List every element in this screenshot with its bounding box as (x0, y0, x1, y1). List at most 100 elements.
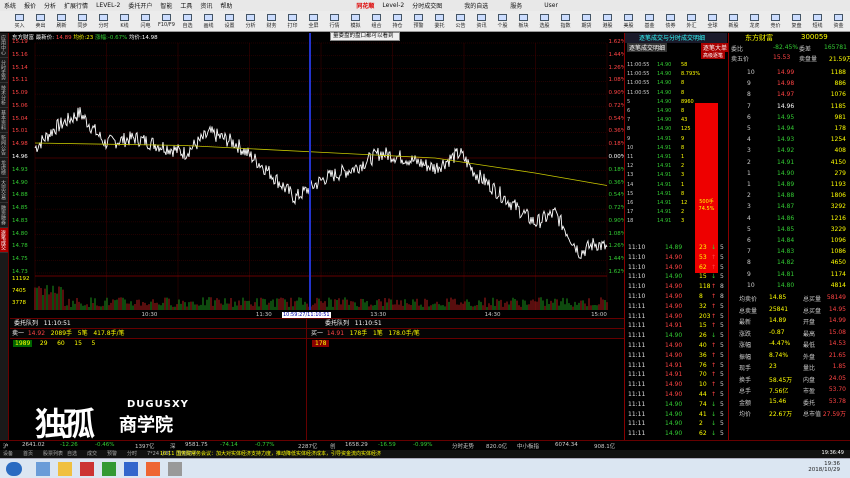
side-tab[interactable]: 龙虎榜 (0, 158, 8, 178)
ask-level[interactable]: 9 14.98 886 (729, 80, 850, 90)
app4-icon[interactable] (146, 462, 160, 476)
toolbar-button[interactable]: 基金 (640, 13, 659, 30)
bid-level[interactable]: 7 14.83 1086 (729, 248, 850, 258)
bid-level[interactable]: 8 14.82 4650 (729, 259, 850, 269)
toolbar-button[interactable]: 新股 (724, 13, 743, 30)
toolbar-button[interactable]: 打印 (283, 13, 302, 30)
toolbar-button[interactable]: 模拟 (346, 13, 365, 30)
menu-right-item[interactable]: 服务 (510, 1, 522, 10)
toolbar-button[interactable]: 全球 (703, 13, 722, 30)
menu-item[interactable]: 工具 (180, 1, 192, 10)
side-tab[interactable]: 分时走势 (0, 58, 8, 83)
menu-right-item[interactable]: User (544, 2, 558, 9)
toolbar-button[interactable]: 持仓 (388, 13, 407, 30)
toolbar-button[interactable]: 港股 (598, 13, 617, 30)
menu-item[interactable]: 帮助 (220, 1, 232, 10)
menu-item[interactable]: 扩展行情 (64, 1, 88, 10)
toolbar-button[interactable]: 画线 (199, 13, 218, 30)
toolbar-button[interactable]: 指数 (556, 13, 575, 30)
ask-level[interactable]: 6 14.95 981 (729, 114, 850, 124)
news-ticker[interactable]: 10:11 国务院常务会议：加大对实体经济支持力度，推动降低实体经济成本，引导资… (160, 450, 381, 457)
toolbar-button[interactable]: 同步 (73, 13, 92, 30)
toolbar-button[interactable]: 财务 (262, 13, 281, 30)
side-tab[interactable]: 逐笔成交 (0, 228, 8, 253)
side-tab[interactable]: 应用中心 (0, 33, 8, 58)
status-tab[interactable]: 股票列表 (43, 450, 63, 457)
bid-level[interactable]: 9 14.81 1174 (729, 271, 850, 281)
toolbar-button[interactable]: 闪电 (136, 13, 155, 30)
bid-level[interactable]: 5 14.85 3229 (729, 226, 850, 236)
intraday-chart[interactable]: 10:30 11:30 13:30 14:30 15:00 (10, 33, 625, 318)
toolbar-button[interactable]: 资讯 (472, 13, 491, 30)
toolbar-button[interactable]: 选股 (535, 13, 554, 30)
ask-level[interactable]: 4 14.93 1254 (729, 136, 850, 146)
status-tab[interactable]: 首页 (23, 450, 33, 457)
menu-right-item[interactable]: 我的自选 (464, 1, 488, 10)
ask-level[interactable]: 5 14.94 178 (729, 125, 850, 135)
bid-level[interactable]: 4 14.86 1216 (729, 215, 850, 225)
start-button[interactable] (6, 462, 22, 476)
menu-item[interactable]: LEVEL-2 (96, 2, 120, 9)
toolbar-button[interactable]: 外汇 (682, 13, 701, 30)
bid-level[interactable]: 6 14.84 1096 (729, 237, 850, 247)
toolbar-button[interactable]: 竞价 (766, 13, 785, 30)
toolbar-button[interactable]: 短线 (808, 13, 827, 30)
toolbar-button[interactable]: 行情 (325, 13, 344, 30)
status-tab[interactable]: 自选 (67, 450, 77, 457)
toolbar-button[interactable]: 买入 (10, 13, 29, 30)
app-icon[interactable] (80, 462, 94, 476)
side-tab[interactable]: 大宗交易 (0, 178, 8, 203)
toolbar-button[interactable]: 委托 (430, 13, 449, 30)
ask-level[interactable]: 1 14.90 279 (729, 170, 850, 180)
menu-item[interactable]: 委托开户 (128, 1, 152, 10)
side-tab[interactable]: 融资融券 (0, 203, 8, 228)
toolbar-button[interactable]: 美股 (619, 13, 638, 30)
menu-item[interactable]: 系统 (4, 1, 16, 10)
tab-big-order[interactable]: 逐笔大单 (701, 43, 730, 52)
toolbar-button[interactable]: 龙虎 (745, 13, 764, 30)
toolbar-button[interactable]: 全屏 (304, 13, 323, 30)
toolbar-button[interactable]: 分时 (94, 13, 113, 30)
toolbar-button[interactable]: K线 (115, 13, 134, 30)
app5-icon[interactable] (168, 462, 182, 476)
toolbar-button[interactable]: 组合 (367, 13, 386, 30)
side-tab[interactable]: 技术分析 (0, 83, 8, 108)
menu-item[interactable]: 报价 (24, 1, 36, 10)
toolbar-button[interactable]: 期货 (577, 13, 596, 30)
menu-item[interactable]: 智能 (160, 1, 172, 10)
explorer-icon[interactable] (36, 462, 50, 476)
toolbar-button[interactable]: 分析 (241, 13, 260, 30)
toolbar-button[interactable]: 刷新 (52, 13, 71, 30)
ask-level[interactable]: 7 14.96 1185 (729, 103, 850, 113)
menu-item[interactable]: 分析 (44, 1, 56, 10)
bid-level[interactable]: 10 14.80 4814 (729, 282, 850, 292)
tab-detail[interactable]: 逐笔成交明细 (627, 43, 668, 52)
side-tab[interactable]: 新闻公告 (0, 133, 8, 158)
app3-icon[interactable] (124, 462, 138, 476)
toolbar-button[interactable]: 个股 (493, 13, 512, 30)
ask-level[interactable]: 10 14.99 1188 (729, 69, 850, 79)
status-tab[interactable]: 设备 (3, 450, 13, 457)
toolbar-button[interactable]: 预警 (409, 13, 428, 30)
toolbar-button[interactable]: 自选 (178, 13, 197, 30)
toolbar-button[interactable]: 资金 (829, 13, 848, 30)
bid-level[interactable]: 1 14.89 1193 (729, 181, 850, 191)
toolbar-button[interactable]: F10/F9 (157, 13, 176, 30)
side-tab[interactable]: 基本资料 (0, 108, 8, 133)
folder-icon[interactable] (58, 462, 72, 476)
status-tab[interactable]: 预警 (107, 450, 117, 457)
tab-advanced[interactable]: 高级逐笔 (701, 52, 726, 59)
toolbar-button[interactable]: 设置 (220, 13, 239, 30)
toolbar-button[interactable]: 债券 (661, 13, 680, 30)
ask-level[interactable]: 8 14.97 1076 (729, 91, 850, 101)
ask-level[interactable]: 3 14.92 408 (729, 147, 850, 157)
app2-icon[interactable] (102, 462, 116, 476)
menu-item[interactable]: 资讯 (200, 1, 212, 10)
status-tab[interactable]: 成交 (87, 450, 97, 457)
toolbar-button[interactable]: 板块 (514, 13, 533, 30)
ask-level[interactable]: 2 14.91 4150 (729, 159, 850, 169)
toolbar-button[interactable]: 公告 (451, 13, 470, 30)
bid-level[interactable]: 2 14.88 1806 (729, 192, 850, 202)
toolbar-button[interactable]: 复盘 (787, 13, 806, 30)
toolbar-button[interactable]: 卖出 (31, 13, 50, 30)
